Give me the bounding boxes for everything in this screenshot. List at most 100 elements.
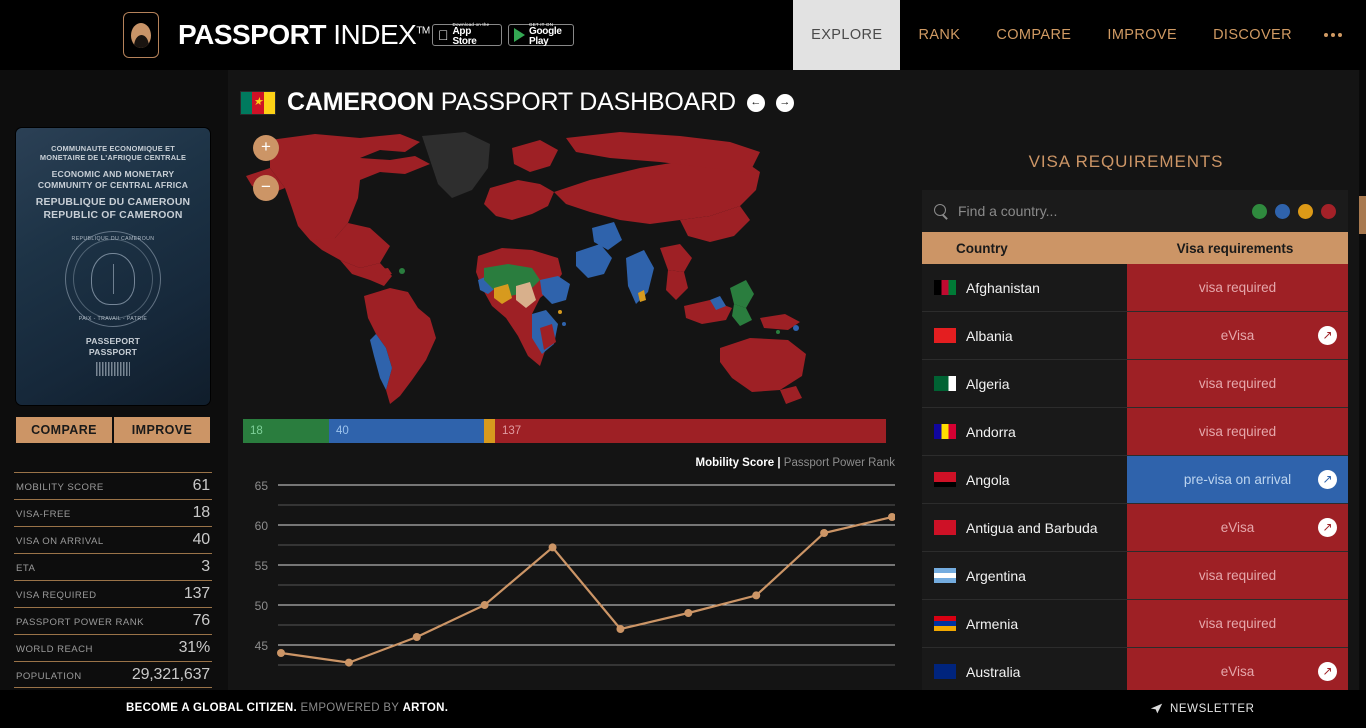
chart-point[interactable] [412, 633, 421, 641]
visa-status-label: eVisa [1220, 520, 1255, 535]
stat-value: 40 [192, 531, 211, 548]
table-row[interactable]: Algeria visa required [922, 360, 1348, 408]
country-cell[interactable]: Argentina [922, 552, 1127, 599]
visa-status-label: visa required [1198, 424, 1277, 439]
filter-visa-on-arrival-dot[interactable] [1275, 203, 1290, 219]
mobility-score-chart: Mobility Score | Passport Power Rank 45 5… [240, 455, 895, 687]
external-link-icon[interactable]: ↗ [1318, 518, 1337, 537]
newsletter-link[interactable]: NEWSLETTER [1150, 702, 1255, 715]
country-cell[interactable]: Albania [922, 312, 1127, 359]
visa-legend-bar: 18 40 137 [243, 419, 886, 443]
legend-visa-free[interactable]: 18 [243, 419, 329, 443]
country-cell[interactable]: Angola [922, 456, 1127, 503]
visa-status-cell[interactable]: eVisa ↗ [1127, 504, 1348, 551]
visa-status-cell[interactable]: eVisa ↗ [1127, 312, 1348, 359]
improve-button[interactable]: IMPROVE [114, 417, 210, 443]
footer-brand: ARTON. [402, 702, 449, 714]
table-row[interactable]: Andorra visa required [922, 408, 1348, 456]
visa-status-cell[interactable]: eVisa ↗ [1127, 648, 1348, 695]
visa-status-cell[interactable]: pre-visa on arrival ↗ [1127, 456, 1348, 503]
chart-point[interactable] [277, 649, 285, 657]
passport-line-6: REPUBLIC OF CAMEROON [43, 209, 183, 221]
stat-value: 31% [178, 639, 211, 656]
world-visa-map[interactable]: + − [240, 128, 895, 408]
table-row[interactable]: Antigua and Barbuda eVisa ↗ [922, 504, 1348, 552]
legend-visa-on-arrival[interactable]: 40 [329, 419, 484, 443]
table-row[interactable]: Angola pre-visa on arrival ↗ [922, 456, 1348, 504]
country-cell[interactable]: Australia [922, 648, 1127, 695]
visa-requirements-panel: VISA REQUIREMENTS Country Visa requireme… [908, 70, 1360, 696]
country-cell[interactable]: Antigua and Barbuda [922, 504, 1127, 551]
table-row[interactable]: Albania eVisa ↗ [922, 312, 1348, 360]
column-header-visa[interactable]: Visa requirements [1122, 232, 1348, 264]
nav-item-compare[interactable]: COMPARE [978, 0, 1089, 70]
stat-row: WORLD REACH 31% [14, 634, 212, 661]
nav-item-discover[interactable]: DISCOVER [1195, 0, 1310, 70]
column-header-country[interactable]: Country [922, 232, 1122, 264]
app-store-badge[interactable]:  Download on the App Store [432, 22, 502, 47]
visa-table-body[interactable]: Afghanistan visa required Albania eVisa ↗ Alg… [922, 264, 1348, 728]
legend-visa-required[interactable]: 137 [495, 419, 886, 443]
chart-point[interactable] [684, 609, 693, 617]
page-scrollbar-track[interactable] [1359, 70, 1366, 690]
country-name: Algeria [966, 375, 1010, 392]
more-menu-icon[interactable] [1310, 0, 1366, 70]
visa-status-cell[interactable]: visa required [1127, 264, 1348, 311]
table-row[interactable]: Armenia visa required [922, 600, 1348, 648]
coat-of-arms-icon: REPUBLIQUE DU CAMEROUN PAIX - TRAVAIL - … [65, 231, 161, 328]
chart-point[interactable] [616, 625, 625, 633]
compare-button[interactable]: COMPARE [16, 417, 112, 443]
chart-series-line [280, 515, 893, 664]
chart-ytick-label: 50 [255, 599, 269, 613]
map-zoom-out-button[interactable]: − [253, 175, 279, 201]
external-link-icon[interactable]: ↗ [1318, 470, 1337, 489]
page-scrollbar-thumb[interactable] [1359, 196, 1366, 234]
chart-legend-mobility-score[interactable]: Mobility Score [696, 457, 775, 469]
table-row[interactable]: Australia eVisa ↗ [922, 648, 1348, 696]
filter-visa-free-dot[interactable] [1252, 203, 1267, 219]
chart-point[interactable] [888, 513, 895, 521]
passport-action-buttons: COMPARE IMPROVE [16, 417, 210, 443]
chart-point[interactable] [480, 601, 489, 609]
filter-visa-required-dot[interactable] [1321, 203, 1336, 219]
country-flag-icon [934, 616, 956, 631]
world-map-svg[interactable] [240, 128, 895, 408]
external-link-icon[interactable]: ↗ [1318, 326, 1337, 345]
legend-eta[interactable] [484, 419, 495, 443]
chart-point[interactable] [344, 658, 353, 667]
table-row[interactable]: Afghanistan visa required [922, 264, 1348, 312]
country-cell[interactable]: Armenia [922, 600, 1127, 647]
visa-status-cell[interactable]: visa required [1127, 552, 1348, 599]
chart-point[interactable] [820, 529, 829, 537]
visa-status-cell[interactable]: visa required [1127, 360, 1348, 407]
country-cell[interactable]: Algeria [922, 360, 1127, 407]
table-row[interactable]: Argentina visa required [922, 552, 1348, 600]
chart-ytick-label: 65 [255, 479, 269, 493]
passport-index-logo[interactable] [123, 12, 159, 58]
external-link-icon[interactable]: ↗ [1318, 662, 1337, 681]
nav-item-rank[interactable]: RANK [900, 0, 978, 70]
footer-tagline: BECOME A GLOBAL CITIZEN. EMPOWERED BY AR… [126, 702, 448, 714]
passport-line-4: COMMUNITY OF CENTRAL AFRICA [37, 179, 189, 190]
visa-status-cell[interactable]: visa required [1127, 408, 1348, 455]
chart-legend-power-rank[interactable]: Passport Power Rank [784, 457, 895, 469]
visa-status-cell[interactable]: visa required [1127, 600, 1348, 647]
country-cell[interactable]: Afghanistan [922, 264, 1127, 311]
brand-wordmark[interactable]: PASSPORT INDEXTM [178, 19, 430, 51]
next-country-button[interactable]: → [775, 93, 794, 112]
country-cell[interactable]: Andorra [922, 408, 1127, 455]
nav-item-explore[interactable]: EXPLORE [793, 0, 901, 70]
search-input[interactable] [958, 203, 1252, 219]
map-zoom-in-button[interactable]: + [253, 135, 279, 161]
prev-country-button[interactable]: ← [746, 93, 765, 112]
filter-eta-dot[interactable] [1298, 203, 1313, 219]
stat-label: PASSPORT POWER RANK [16, 617, 144, 628]
footer-empowered: EMPOWERED BY [300, 702, 400, 714]
chart-point[interactable] [752, 591, 761, 600]
passport-cover-image: COMMUNAUTE ECONOMIQUE ET MONETAIRE DE L'… [16, 128, 210, 405]
nav-item-improve[interactable]: IMPROVE [1089, 0, 1195, 70]
google-play-name: Google Play [529, 26, 562, 48]
chart-point[interactable] [548, 543, 557, 552]
google-play-badge[interactable]: GET IT ON Google Play [508, 22, 574, 48]
country-search-bar[interactable] [922, 190, 1348, 232]
